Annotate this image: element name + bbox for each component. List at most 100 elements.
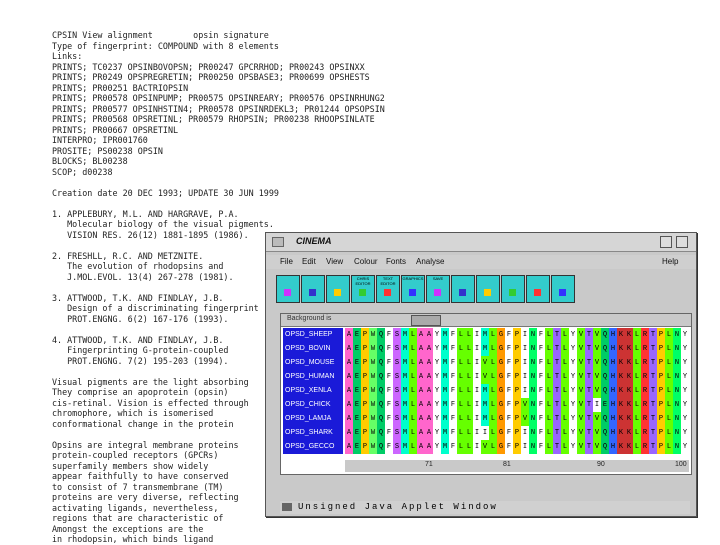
tool-1-button[interactable] [276, 275, 300, 303]
residue-cell: K [625, 328, 633, 342]
residue-cell: Y [433, 384, 441, 398]
tool-11-button[interactable] [526, 275, 550, 303]
sequence-name[interactable]: OPSD_SHARK [283, 426, 343, 440]
residue-cell: I [521, 356, 529, 370]
tool-4-button[interactable]: CHRIS EDITOR [351, 275, 375, 303]
maximize-icon[interactable] [676, 236, 688, 248]
sequence-name[interactable]: OPSD_BOVIN [283, 342, 343, 356]
residue-cell: L [633, 342, 641, 356]
residue-cell: T [649, 426, 657, 440]
residue-cell: A [345, 328, 353, 342]
residue-cell: P [361, 426, 369, 440]
sequence-name[interactable]: OPSD_LAMJA [283, 412, 343, 426]
sequence-name[interactable]: OPSD_HUMAN [283, 370, 343, 384]
horizontal-scroll-thumb[interactable] [411, 315, 441, 326]
tool-3-button[interactable] [326, 275, 350, 303]
sequence-name[interactable]: OPSD_GECCO [283, 440, 343, 454]
residue-cell: N [673, 342, 681, 356]
tool-10-button[interactable] [501, 275, 525, 303]
document-line: CPSIN View alignment opsin signature [52, 30, 269, 40]
position-ruler: 71 81 90 100 [345, 460, 689, 472]
residue-cell: L [665, 398, 673, 412]
residue-cell: L [489, 356, 497, 370]
residue-cell: H [609, 342, 617, 356]
residue-cell: P [513, 342, 521, 356]
alignment-viewer[interactable]: Background is OPSD_SHEEP OPSD_BOVIN OPSD_M… [280, 313, 692, 475]
menu-file[interactable]: File [280, 257, 293, 266]
residue-cell: S [393, 412, 401, 426]
residue-cell: L [545, 398, 553, 412]
minimize-icon[interactable] [660, 236, 672, 248]
title-bar[interactable]: CINEMA [266, 233, 696, 252]
residue-cell: V [577, 328, 585, 342]
residue-cell: I [521, 342, 529, 356]
residue-cell: Q [377, 342, 385, 356]
sequence-name[interactable]: OPSD_CHICK [283, 398, 343, 412]
residue-cell: F [385, 328, 393, 342]
menu-colour[interactable]: Colour [354, 257, 378, 266]
menu-view[interactable]: View [326, 257, 343, 266]
residue-cell: N [529, 384, 537, 398]
residue-cell: G [497, 328, 505, 342]
residue-cell: I [481, 426, 489, 440]
residue-cell: I [521, 328, 529, 342]
residue-cell: E [353, 398, 361, 412]
sequence-name[interactable]: OPSD_SHEEP [283, 328, 343, 342]
tool-5-button[interactable]: TEXT EDITOR [376, 275, 400, 303]
tool-7-button[interactable]: SAVE [426, 275, 450, 303]
tool-8-button[interactable] [451, 275, 475, 303]
residue-cell: A [425, 328, 433, 342]
tool-12-button[interactable] [551, 275, 575, 303]
cinema-applet-window[interactable]: CINEMA Help File Edit View Colour Fonts Analy… [265, 232, 697, 517]
residue-cell: L [409, 342, 417, 356]
residue-cell: M [401, 328, 409, 342]
residue-cell: L [665, 356, 673, 370]
window-menu-icon[interactable] [272, 237, 284, 247]
residue-cell: M [441, 342, 449, 356]
sequence-name[interactable]: OPSD_XENLA [283, 384, 343, 398]
residue-cell: V [593, 440, 601, 454]
residue-cell: A [417, 328, 425, 342]
ruler-tick: 71 [425, 461, 433, 468]
menu-help[interactable]: Help [662, 257, 678, 266]
menu-fonts[interactable]: Fonts [386, 257, 406, 266]
toolbar-caption: CHRIS EDITOR [355, 276, 371, 286]
residue-cell: Q [601, 412, 609, 426]
residue-cell: Y [433, 398, 441, 412]
alignment-grid[interactable]: AEPWQFSMLAAYMFLLIMLGFPINFLTLYVTVQHKKLRTP… [345, 328, 689, 456]
residue-cell: I [473, 328, 481, 342]
residue-cell: S [393, 398, 401, 412]
tool-9-button[interactable] [476, 275, 500, 303]
residue-cell: H [609, 370, 617, 384]
document-line: in rhodopsin, which binds ligand [52, 534, 214, 544]
residue-cell: A [345, 342, 353, 356]
residue-cell: P [513, 328, 521, 342]
residue-cell: I [473, 356, 481, 370]
tool-2-button[interactable] [301, 275, 325, 303]
residue-cell: A [345, 398, 353, 412]
residue-cell: M [401, 370, 409, 384]
residue-cell: P [657, 356, 665, 370]
residue-cell: L [561, 384, 569, 398]
tool-icon [484, 289, 491, 296]
residue-cell: V [481, 370, 489, 384]
residue-cell: F [449, 384, 457, 398]
residue-cell: W [369, 440, 377, 454]
residue-cell: M [401, 384, 409, 398]
residue-cell: L [561, 370, 569, 384]
residue-cell: L [633, 398, 641, 412]
menu-analyse[interactable]: Analyse [416, 257, 444, 266]
residue-cell: R [641, 328, 649, 342]
residue-cell: Q [601, 440, 609, 454]
menu-edit[interactable]: Edit [302, 257, 316, 266]
residue-cell: Y [433, 328, 441, 342]
sequence-name[interactable]: OPSD_MOUSE [283, 356, 343, 370]
residue-cell: Y [433, 426, 441, 440]
tool-6-button[interactable]: GRAPHICS [401, 275, 425, 303]
residue-cell: Y [569, 328, 577, 342]
residue-cell: Y [569, 384, 577, 398]
residue-cell: L [665, 426, 673, 440]
residue-cell: Y [569, 342, 577, 356]
residue-cell: N [529, 328, 537, 342]
